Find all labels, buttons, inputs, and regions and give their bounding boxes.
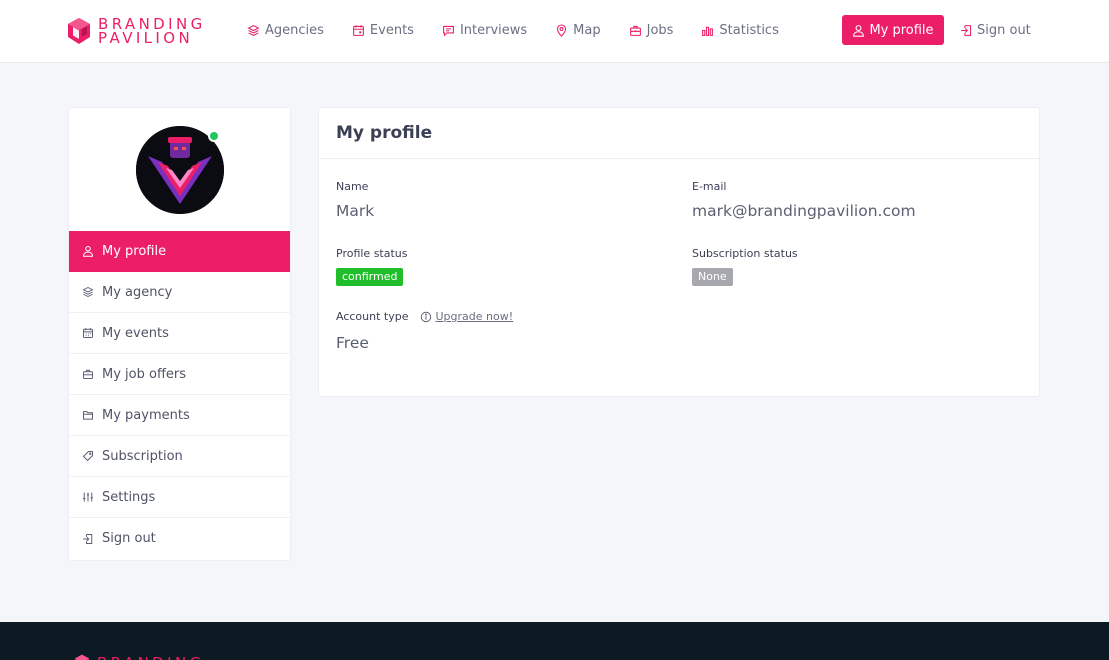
chat-icon — [443, 25, 454, 37]
briefcase-icon — [629, 25, 641, 36]
account-type-label: Account type — [336, 310, 409, 323]
sidebar-item-settings[interactable]: Settings — [69, 477, 290, 518]
nav-label: Interviews — [459, 22, 528, 38]
account-type-value: Free — [336, 334, 369, 352]
folder-icon — [83, 411, 93, 420]
sidebar-item-my-profile[interactable]: My profile — [69, 231, 290, 272]
status-badge: confirmed — [336, 268, 404, 286]
subscription-status-field: Subscription status None — [692, 247, 798, 286]
brand-cube-icon — [74, 654, 90, 660]
sidebar-item-my-agency[interactable]: My agency — [69, 272, 290, 313]
sidebar-item-label: My job offers — [102, 366, 187, 382]
sliders-icon — [83, 492, 93, 502]
top-navbar: BRANDING PAVILION Agencies Events Interv… — [0, 0, 1109, 63]
sidebar-item-sign-out[interactable]: Sign out — [69, 518, 290, 559]
sidebar-item-label: Settings — [102, 489, 156, 505]
name-value: Mark — [336, 202, 375, 220]
calendar-icon — [353, 24, 364, 36]
user-icon — [853, 24, 865, 37]
nav-agencies[interactable]: Agencies — [247, 23, 324, 38]
sidebar-item-my-job-offers[interactable]: My job offers — [69, 354, 290, 395]
brand-cube-icon — [68, 18, 90, 44]
email-label: E-mail — [692, 180, 727, 193]
bar-chart-icon — [702, 26, 714, 36]
subscription-badge: None — [692, 268, 733, 286]
account-type-field: Account type Upgrade now! Free — [336, 310, 513, 352]
email-field: E-mail mark@brandingpavilion.com — [692, 180, 916, 220]
profile-sidebar: My profile My agency My events My job of… — [68, 107, 291, 561]
nav-interviews[interactable]: Interviews — [442, 23, 527, 38]
sidebar-item-label: My events — [102, 325, 169, 341]
profile-status-field: Profile status confirmed — [336, 247, 408, 286]
sidebar-item-label: Subscription — [102, 448, 183, 464]
sidebar-item-label: Sign out — [102, 531, 156, 546]
user-icon — [83, 246, 93, 257]
layers-icon — [247, 24, 260, 36]
sidebar-item-label: My payments — [102, 407, 190, 423]
footer-brand-text: BRANDING — [97, 654, 205, 660]
upgrade-link[interactable]: Upgrade now! — [420, 310, 513, 323]
brand-line-2: PAVILION — [98, 29, 194, 47]
sidebar-item-my-payments[interactable]: My payments — [69, 395, 290, 436]
nav-label: Events — [369, 22, 414, 38]
nav-statistics[interactable]: Statistics — [701, 22, 779, 38]
page-title: My profile — [336, 123, 433, 143]
email-value: mark@brandingpavilion.com — [692, 202, 916, 220]
nav-label: Statistics — [719, 22, 779, 38]
briefcase-icon — [83, 369, 93, 379]
sidebar-item-label: My agency — [102, 284, 173, 300]
brand-logo[interactable]: BRANDING PAVILION — [67, 16, 206, 46]
tag-icon — [82, 451, 93, 462]
nav-map[interactable]: Map — [555, 22, 601, 38]
nav-label: Agencies — [265, 22, 324, 38]
nav-label: Map — [573, 22, 601, 38]
sidebar-item-label: My profile — [102, 243, 167, 259]
nav-label: Jobs — [646, 22, 674, 38]
my-profile-button-label: My profile — [869, 22, 934, 38]
online-status-dot — [208, 130, 220, 142]
nav-events[interactable]: Events — [352, 23, 414, 38]
subscription-status-label: Subscription status — [692, 247, 798, 260]
nav-jobs[interactable]: Jobs — [629, 22, 674, 38]
map-pin-icon — [557, 23, 567, 37]
account-type-row: Account type Upgrade now! — [336, 310, 513, 323]
footer-logo[interactable]: BRANDING — [74, 653, 205, 660]
info-icon — [421, 311, 432, 322]
name-field: Name Mark — [336, 180, 374, 220]
sign-out-icon — [961, 24, 972, 36]
profile-status-label: Profile status — [336, 247, 408, 260]
upgrade-link-label: Upgrade now! — [435, 310, 514, 323]
profile-card-header: My profile — [319, 108, 1039, 159]
name-label: Name — [336, 180, 369, 193]
calendar-icon — [83, 328, 93, 338]
page-footer: BRANDING — [0, 622, 1109, 660]
main-nav: Agencies Events Interviews Map Jobs Stat… — [247, 0, 807, 60]
avatar-wrapper — [136, 126, 224, 214]
sign-out-link[interactable]: Sign out — [960, 15, 1031, 45]
sidebar-item-subscription[interactable]: Subscription — [69, 436, 290, 477]
sign-out-icon — [83, 533, 93, 544]
my-profile-button[interactable]: My profile — [842, 15, 944, 45]
sidebar-item-my-events[interactable]: My events — [69, 313, 290, 354]
sign-out-label: Sign out — [977, 22, 1031, 38]
sidebar-menu: My profile My agency My events My job of… — [69, 231, 290, 559]
layers-icon — [82, 286, 94, 298]
profile-card: My profile Name Mark E-mail mark@brandin… — [318, 107, 1040, 397]
